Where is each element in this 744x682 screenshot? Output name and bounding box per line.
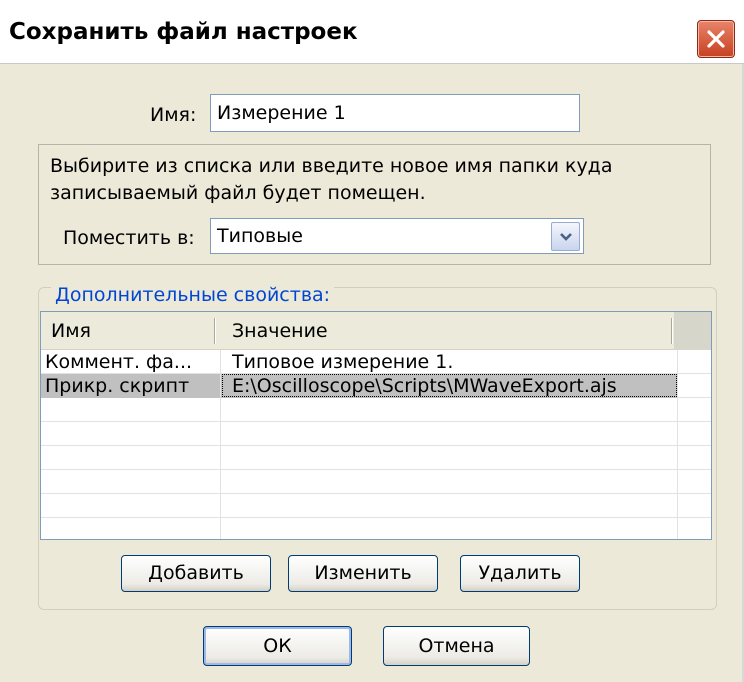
- column-separator[interactable]: [671, 318, 673, 344]
- table-row-selected[interactable]: Прикр. скрипт E:\Oscilloscope\Scripts\MW…: [41, 374, 711, 398]
- focus-rectangle: [222, 374, 677, 397]
- column-separator[interactable]: [214, 318, 216, 344]
- folder-combobox[interactable]: Типовые: [210, 218, 584, 254]
- add-property-button[interactable]: Добавить: [121, 555, 271, 592]
- row-value-cell: Типовое измерение 1.: [232, 351, 454, 373]
- window-title: Сохранить файл настроек: [9, 19, 358, 45]
- properties-group-title: Дополнительные свойства:: [51, 284, 335, 306]
- column-header-value[interactable]: Значение: [232, 320, 328, 342]
- table-header: Имя Значение: [41, 312, 711, 350]
- cancel-button[interactable]: Отмена: [383, 626, 530, 666]
- folder-hint-line-1: Выбирите из списка или введите новое имя…: [50, 155, 613, 177]
- title-bar: Сохранить файл настроек: [0, 0, 744, 64]
- save-settings-dialog: Сохранить файл настроек Имя: Измерение 1…: [0, 0, 744, 682]
- table-row[interactable]: [41, 470, 711, 494]
- row-name-cell: Коммент. фа...: [45, 351, 193, 373]
- table-row[interactable]: [41, 422, 711, 446]
- name-input[interactable]: Измерение 1: [210, 94, 580, 132]
- close-button[interactable]: [697, 20, 735, 58]
- folder-label: Поместить в:: [63, 227, 195, 249]
- chevron-down-icon: [560, 233, 572, 241]
- table-row[interactable]: [41, 446, 711, 470]
- folder-value: Типовые: [217, 225, 303, 247]
- edit-property-button[interactable]: Изменить: [288, 555, 438, 592]
- ok-button[interactable]: ОК: [203, 626, 352, 666]
- column-gridline: [677, 350, 678, 539]
- properties-table[interactable]: Имя Значение Коммент. фа... Типовое изме…: [40, 311, 712, 540]
- name-label: Имя:: [150, 104, 197, 126]
- table-row[interactable]: [41, 518, 711, 539]
- table-row[interactable]: Коммент. фа... Типовое измерение 1.: [41, 350, 711, 374]
- close-icon: [707, 30, 725, 48]
- table-row[interactable]: [41, 494, 711, 518]
- column-header-name[interactable]: Имя: [51, 320, 91, 342]
- column-gridline: [220, 350, 221, 539]
- folder-dropdown-button[interactable]: [551, 222, 580, 251]
- folder-hint-line-2: записываемый файл будет помещен.: [50, 182, 426, 204]
- table-row[interactable]: [41, 398, 711, 422]
- row-name-cell: Прикр. скрипт: [45, 375, 190, 397]
- header-filler: [674, 312, 711, 350]
- delete-property-button[interactable]: Удалить: [460, 555, 580, 592]
